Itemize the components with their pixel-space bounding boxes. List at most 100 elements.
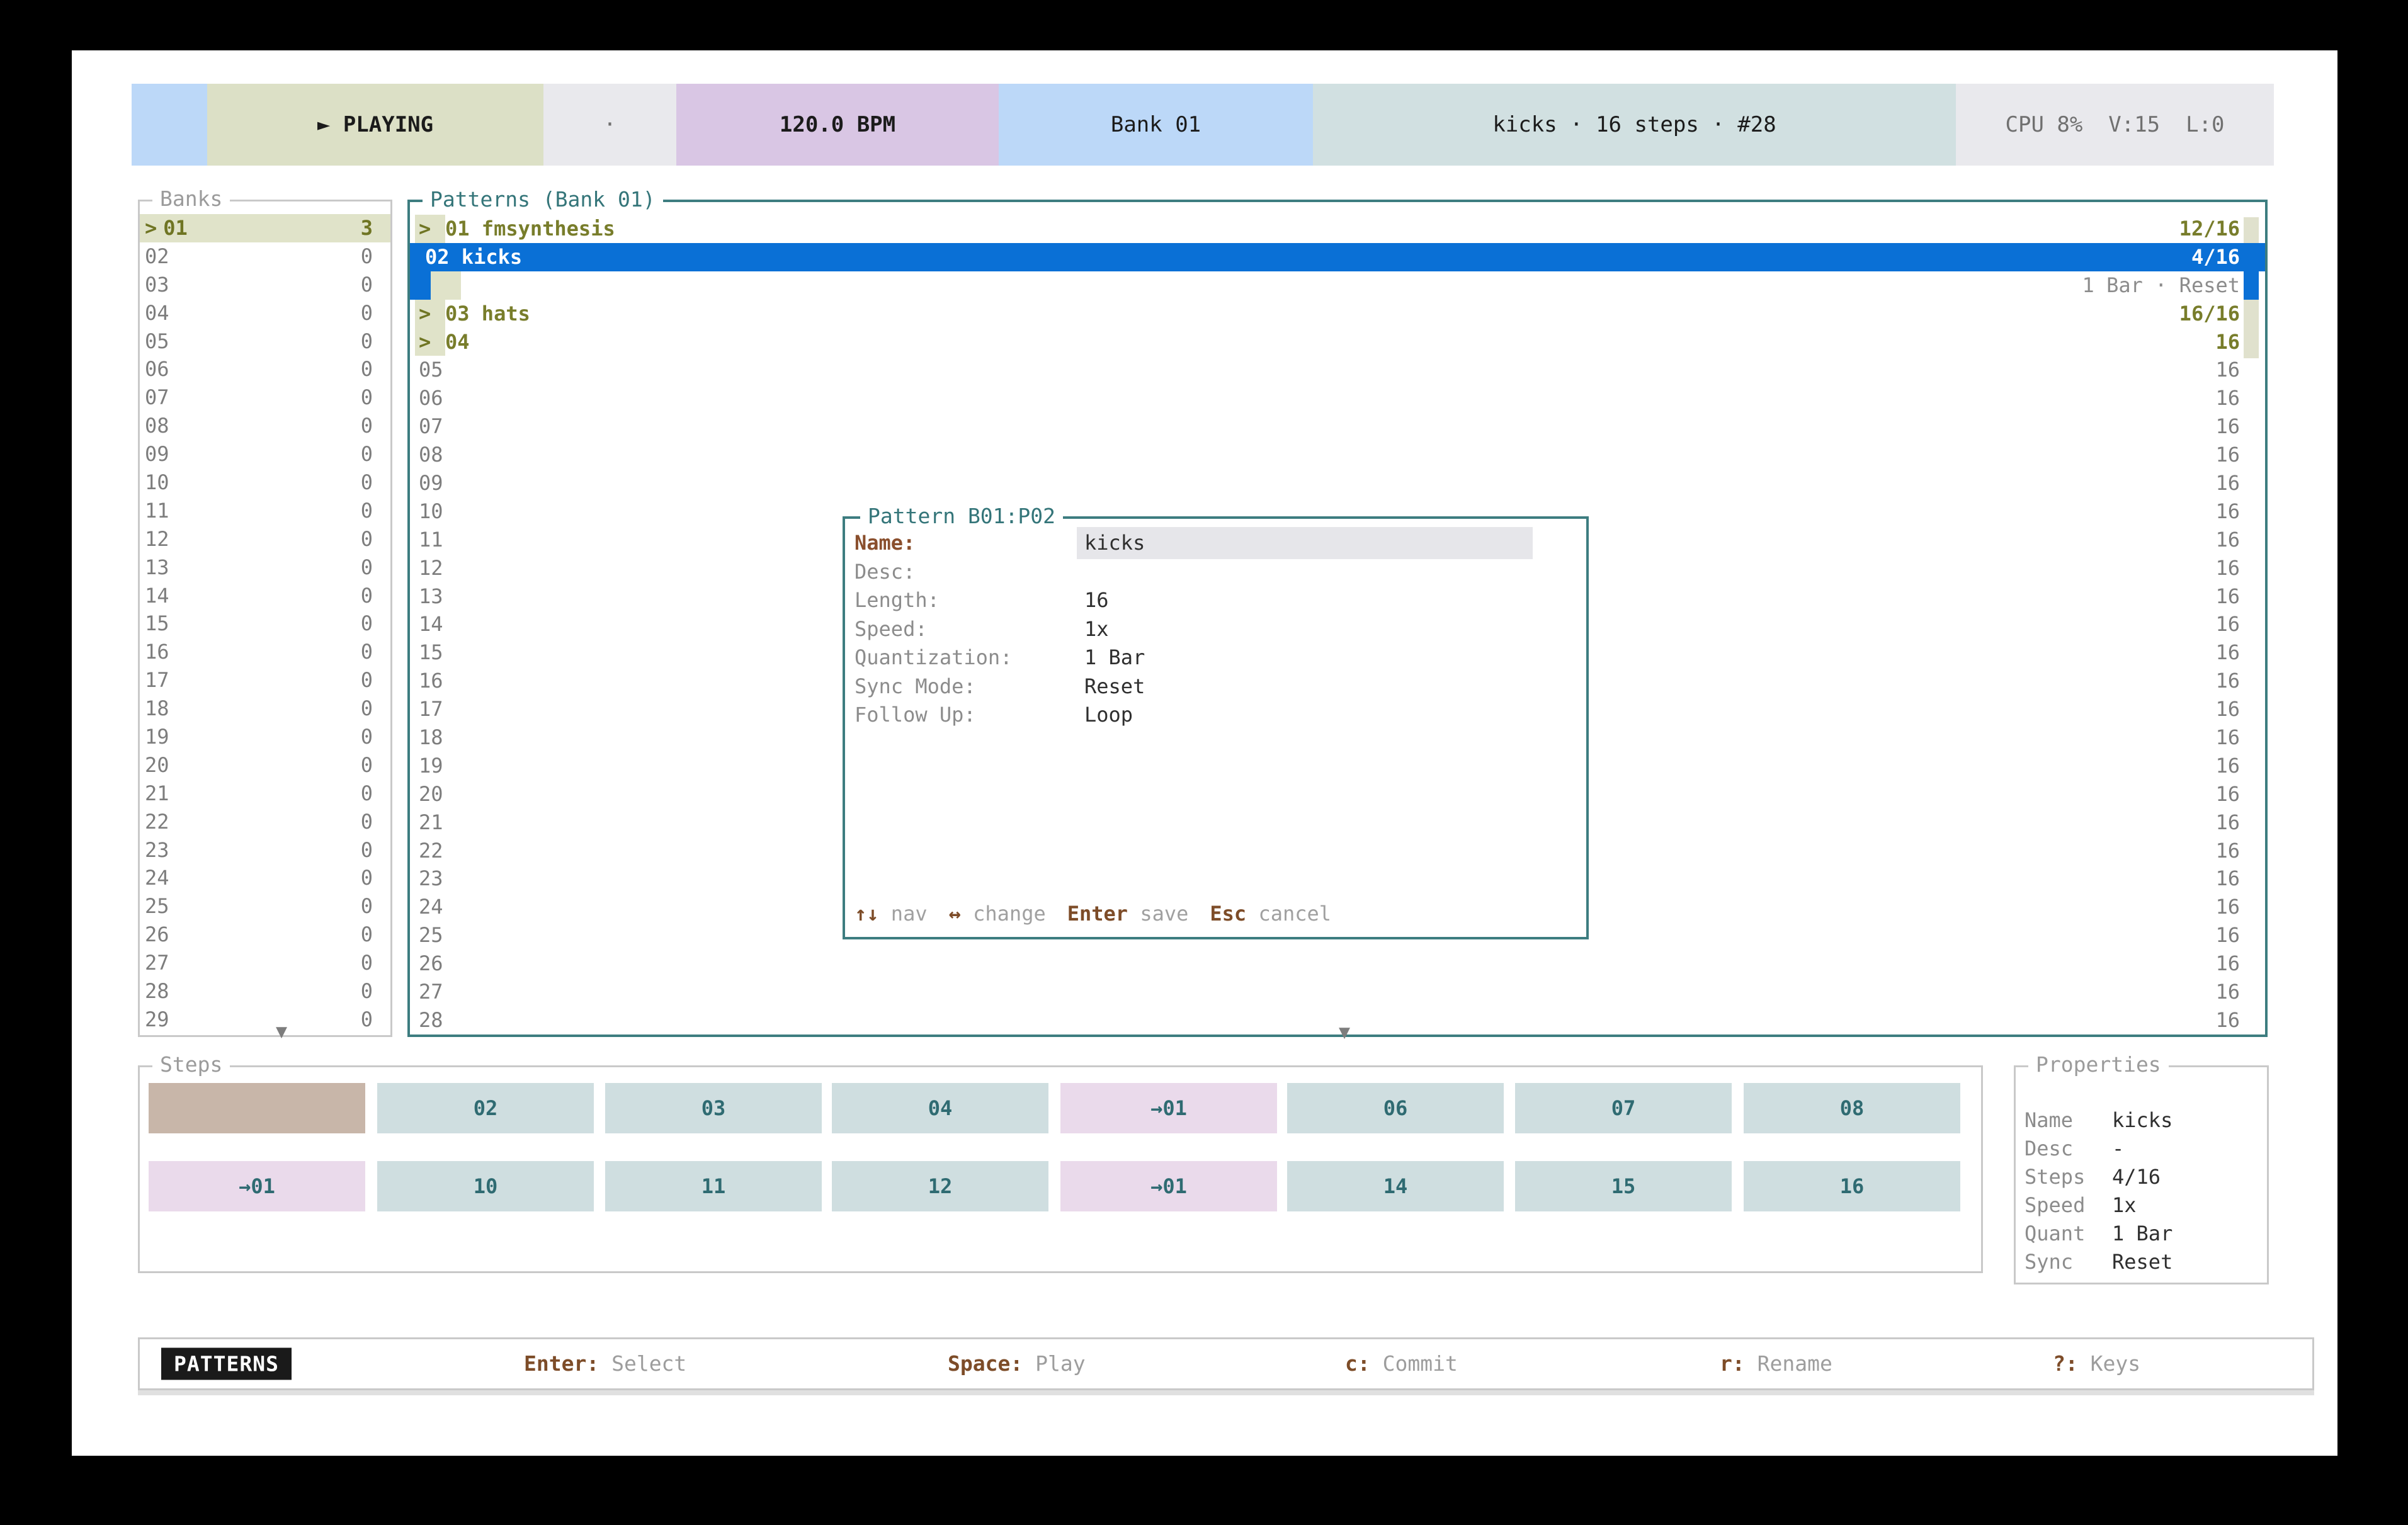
dialog-field-speed[interactable]: Speed:1x bbox=[845, 615, 1586, 644]
pattern-row[interactable]: 0816 bbox=[410, 441, 2265, 469]
pattern-subrow-info: 1 Bar · Reset bbox=[410, 271, 2265, 300]
pattern-chevron-icon: > bbox=[419, 300, 431, 328]
bank-row[interactable]: 270 bbox=[140, 949, 390, 977]
bank-number: 27 bbox=[145, 949, 169, 977]
dialog-field-length[interactable]: Length:16 bbox=[845, 586, 1586, 615]
step-cell-10[interactable]: 10 bbox=[377, 1161, 594, 1211]
bank-row[interactable]: 160 bbox=[140, 638, 390, 666]
pattern-step-count: 16 bbox=[2215, 412, 2240, 441]
key-action: save bbox=[1128, 902, 1188, 926]
step-cell-01[interactable] bbox=[149, 1083, 365, 1133]
pattern-row[interactable]: 0916 bbox=[410, 469, 2265, 497]
bank-row[interactable]: 190 bbox=[140, 723, 390, 751]
steps-panel: Steps 020304→01060708→01101112→01141516 bbox=[138, 1065, 1983, 1273]
bank-number: 02 bbox=[145, 242, 169, 271]
topbar-segment-spacer-left bbox=[132, 84, 207, 166]
pattern-label: 24 bbox=[419, 893, 443, 921]
bank-row[interactable]: 130 bbox=[140, 553, 390, 582]
bank-row[interactable]: 170 bbox=[140, 666, 390, 694]
bank-row[interactable]: 090 bbox=[140, 440, 390, 468]
bank-pattern-count: 0 bbox=[361, 864, 390, 892]
pattern-step-count: 16/16 bbox=[2179, 300, 2240, 328]
bank-row[interactable]: >013 bbox=[140, 214, 390, 242]
bank-pattern-count: 0 bbox=[361, 553, 390, 582]
key-action: Play bbox=[1023, 1351, 1085, 1376]
step-cell-15[interactable]: 15 bbox=[1515, 1161, 1732, 1211]
bank-pattern-count: 0 bbox=[361, 780, 390, 808]
bank-row[interactable]: 150 bbox=[140, 609, 390, 638]
step-cell-03[interactable]: 03 bbox=[605, 1083, 822, 1133]
dialog-field-name[interactable]: Name:kicks bbox=[845, 529, 1586, 558]
pattern-row[interactable]: 2716 bbox=[410, 978, 2265, 1006]
pattern-row[interactable]: 0616 bbox=[410, 384, 2265, 412]
step-cell-11[interactable]: 11 bbox=[605, 1161, 822, 1211]
bank-number: 28 bbox=[145, 977, 169, 1006]
step-cell-02[interactable]: 02 bbox=[377, 1083, 594, 1133]
bank-row[interactable]: 030 bbox=[140, 271, 390, 299]
bank-row[interactable]: 080 bbox=[140, 412, 390, 440]
bank-row[interactable]: 070 bbox=[140, 383, 390, 412]
pattern-row[interactable]: >03 hats16/16 bbox=[410, 300, 2265, 328]
bank-row[interactable]: 100 bbox=[140, 468, 390, 497]
property-label: Quant bbox=[2025, 1220, 2112, 1248]
bank-row[interactable]: 210 bbox=[140, 780, 390, 808]
step-cell-13[interactable]: →01 bbox=[1060, 1161, 1277, 1211]
dialog-field-label: Name: bbox=[855, 529, 915, 558]
step-cell-05[interactable]: →01 bbox=[1060, 1083, 1277, 1133]
dialog-field-syncmode[interactable]: Sync Mode:Reset bbox=[845, 672, 1586, 701]
bank-row[interactable]: 110 bbox=[140, 497, 390, 525]
pattern-step-count: 16 bbox=[2215, 695, 2240, 723]
step-cell-12[interactable]: 12 bbox=[832, 1161, 1048, 1211]
step-cell-06[interactable]: 06 bbox=[1287, 1083, 1504, 1133]
dialog-field-value: 1 Bar bbox=[1084, 643, 1145, 672]
bank-number: 18 bbox=[145, 694, 169, 723]
bank-row[interactable]: 230 bbox=[140, 836, 390, 865]
step-cell-08[interactable]: 08 bbox=[1744, 1083, 1960, 1133]
pattern-chevron-icon: > bbox=[419, 215, 431, 243]
key-action: change bbox=[961, 902, 1046, 926]
step-cell-14[interactable]: 14 bbox=[1287, 1161, 1504, 1211]
bank-row[interactable]: 280 bbox=[140, 977, 390, 1006]
pattern-step-count: 16 bbox=[2215, 328, 2240, 356]
property-value: Reset bbox=[2112, 1248, 2172, 1276]
bank-pattern-count: 0 bbox=[361, 271, 390, 299]
key-action: nav bbox=[879, 902, 928, 926]
pattern-row[interactable]: 02 kicks4/16 bbox=[410, 243, 2265, 271]
bank-row[interactable]: 060 bbox=[140, 355, 390, 383]
dialog-field-desc[interactable]: Desc: bbox=[845, 558, 1586, 587]
dialog-field-value: Reset bbox=[1084, 672, 1145, 701]
bank-pattern-count: 0 bbox=[361, 525, 390, 553]
bank-row[interactable]: 180 bbox=[140, 694, 390, 723]
bank-row[interactable]: 050 bbox=[140, 327, 390, 356]
pattern-row[interactable]: 0516 bbox=[410, 356, 2265, 384]
bank-pattern-count: 0 bbox=[361, 355, 390, 383]
pattern-edit-fields: Name:kicksDesc:Length:16Speed:1xQuantiza… bbox=[845, 529, 1586, 730]
pattern-row[interactable]: 0716 bbox=[410, 412, 2265, 441]
bank-row[interactable]: 200 bbox=[140, 751, 390, 780]
step-cell-09[interactable]: →01 bbox=[149, 1161, 365, 1211]
pattern-row[interactable]: 2616 bbox=[410, 950, 2265, 978]
step-cell-04[interactable]: 04 bbox=[832, 1083, 1048, 1133]
topbar-segment-pattern-info: kicks · 16 steps · #28 bbox=[1313, 84, 1956, 166]
step-cell-16[interactable]: 16 bbox=[1744, 1161, 1960, 1211]
dialog-name-input-field[interactable] bbox=[1077, 527, 1533, 559]
property-label: Desc bbox=[2025, 1135, 2112, 1163]
bank-row[interactable]: 120 bbox=[140, 525, 390, 553]
bank-row[interactable]: 040 bbox=[140, 299, 390, 327]
bank-row[interactable]: 250 bbox=[140, 892, 390, 921]
dialog-field-followup[interactable]: Follow Up:Loop bbox=[845, 701, 1586, 730]
key-glyph: ↑↓ bbox=[855, 902, 879, 926]
bank-row[interactable]: 240 bbox=[140, 864, 390, 892]
bank-pattern-count: 0 bbox=[361, 242, 390, 271]
bank-row[interactable]: 260 bbox=[140, 921, 390, 949]
dialog-field-quantization[interactable]: Quantization:1 Bar bbox=[845, 643, 1586, 672]
dialog-field-label: Desc: bbox=[855, 558, 915, 587]
pattern-row[interactable]: >0416 bbox=[410, 328, 2265, 356]
bank-row[interactable]: 220 bbox=[140, 808, 390, 836]
pattern-label: 28 bbox=[419, 1006, 443, 1035]
pattern-row[interactable]: >01 fmsynthesis12/16 bbox=[410, 215, 2265, 243]
bank-row[interactable]: 02 0 bbox=[140, 242, 390, 271]
step-cell-07[interactable]: 07 bbox=[1515, 1083, 1732, 1133]
pattern-label: 22 bbox=[419, 837, 443, 865]
bank-row[interactable]: 140 bbox=[140, 582, 390, 610]
